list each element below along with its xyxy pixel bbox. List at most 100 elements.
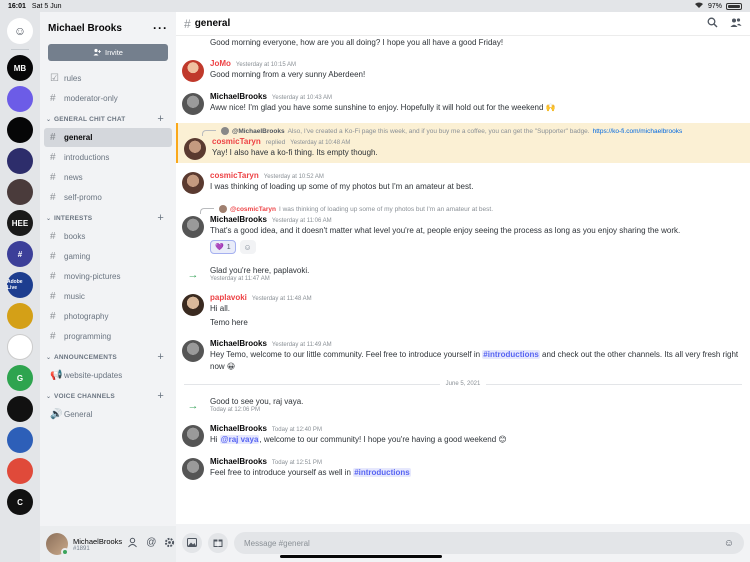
channel-label: website-updates (64, 371, 123, 380)
attach-image-button[interactable] (182, 533, 202, 553)
server-icon[interactable]: # (7, 241, 33, 267)
avatar[interactable] (182, 294, 204, 316)
server-icon[interactable] (7, 458, 33, 484)
channel-website-updates[interactable]: 📢 website-updates (44, 366, 172, 385)
server-icon[interactable]: G (7, 365, 33, 391)
gift-button[interactable] (208, 533, 228, 553)
message[interactable]: MichaelBrooks Yesterday at 10:43 AM Aww n… (176, 90, 750, 117)
add-channel-icon[interactable]: + (157, 113, 170, 125)
reply-reference[interactable]: @MichaelBrooks Also, I've created a Ko-F… (184, 126, 742, 136)
message-author[interactable]: cosmicTaryn (212, 137, 261, 146)
channel-moderator-only[interactable]: # moderator-only (44, 89, 172, 108)
message[interactable]: JoMo Yesterday at 10:15 AM Good morning f… (176, 57, 750, 84)
channel-self-promo[interactable]: # self-promo (44, 188, 172, 207)
message-author[interactable]: cosmicTaryn (210, 171, 259, 180)
channel-photography[interactable]: # photography (44, 307, 172, 326)
message[interactable]: MichaelBrooks Today at 12:40 PM Hi @raj v… (176, 422, 750, 449)
reaction-purple-heart[interactable]: 💜 1 (210, 240, 236, 254)
user-mention-link[interactable]: @raj vaya (219, 435, 260, 444)
avatar[interactable] (182, 93, 204, 115)
avatar[interactable] (182, 60, 204, 82)
mentions-icon[interactable]: @ (146, 537, 156, 551)
category-header[interactable]: ⌄ GENERAL CHIT CHAT + (44, 110, 172, 128)
channel-programming[interactable]: # programming (44, 327, 172, 346)
add-reaction-button[interactable]: ☺ (239, 240, 256, 254)
server-icon[interactable] (7, 117, 33, 143)
message[interactable]: MichaelBrooks Yesterday at 11:49 AM Hey T… (176, 337, 750, 375)
category-header[interactable]: ⌄ VOICE CHANNELS + (44, 387, 172, 405)
message-author[interactable]: MichaelBrooks (210, 339, 267, 348)
add-channel-icon[interactable]: + (157, 212, 170, 224)
message[interactable]: paplavoki Yesterday at 11:48 AM Hi all. T… (176, 291, 750, 331)
channel-gaming[interactable]: # gaming (44, 247, 172, 266)
server-icon[interactable] (7, 86, 33, 112)
category-header[interactable]: ⌄ ANNOUNCEMENTS + (44, 348, 172, 366)
message[interactable]: @cosmicTaryn I was thinking of loading u… (176, 202, 750, 256)
home-indicator[interactable] (280, 555, 442, 558)
message[interactable]: Good morning everyone, how are you all d… (176, 36, 750, 51)
avatar[interactable] (182, 458, 204, 480)
emoji-picker-icon[interactable]: ☺ (724, 538, 734, 549)
avatar[interactable] (182, 216, 204, 238)
hash-icon: # (184, 16, 191, 31)
avatar[interactable] (46, 533, 69, 556)
friends-icon[interactable]: ☺ (7, 18, 33, 44)
system-join-message[interactable]: → Glad you're here, paplavoki. Yesterday… (176, 262, 750, 285)
message-author[interactable]: JoMo (210, 59, 231, 68)
hash-icon: # (50, 331, 56, 342)
channel-general[interactable]: 🔊 General (44, 405, 172, 424)
guild-header[interactable]: Michael Brooks ··· (40, 12, 176, 44)
channel-music[interactable]: # music (44, 287, 172, 306)
search-icon[interactable] (707, 17, 718, 31)
avatar (219, 205, 227, 213)
channel-news[interactable]: # news (44, 168, 172, 187)
server-icon[interactable]: C (7, 489, 33, 515)
hash-icon: # (50, 192, 56, 203)
message-author[interactable]: MichaelBrooks (210, 424, 267, 433)
friends-icon[interactable] (127, 537, 138, 551)
channel-label: moderator-only (64, 94, 118, 103)
server-icon[interactable] (7, 148, 33, 174)
category-header[interactable]: ⌄ INTERESTS + (44, 209, 172, 227)
purple-heart-icon: 💜 (215, 244, 224, 251)
member-list-icon[interactable] (730, 17, 742, 31)
message[interactable]: cosmicTaryn Yesterday at 10:52 AM I was t… (176, 169, 750, 196)
message-author[interactable]: MichaelBrooks (210, 457, 267, 466)
message-highlighted[interactable]: @MichaelBrooks Also, I've created a Ko-F… (176, 123, 750, 163)
add-channel-icon[interactable]: + (157, 351, 170, 363)
avatar[interactable] (184, 138, 206, 160)
message-text: Hey Temo, welcome to our little communit… (210, 350, 739, 371)
channel-introductions[interactable]: # introductions (44, 148, 172, 167)
message-text: Aww nice! I'm glad you have some sunshin… (210, 103, 556, 112)
avatar[interactable] (182, 425, 204, 447)
reply-reference[interactable]: @cosmicTaryn I was thinking of loading u… (182, 204, 742, 214)
channel-rules[interactable]: ☑ rules (44, 69, 172, 88)
message-input[interactable]: Message #general ☺ (234, 532, 744, 554)
channel-general[interactable]: # general (44, 128, 172, 147)
server-icon[interactable]: MB (7, 55, 33, 81)
join-arrow-icon: → (187, 269, 199, 281)
ko-fi-link[interactable]: https://ko-fi.com/michaelbrooks (593, 128, 683, 135)
add-channel-icon[interactable]: + (157, 390, 170, 402)
message[interactable]: MichaelBrooks Today at 12:51 PM Feel free… (176, 455, 750, 482)
channel-moving-pictures[interactable]: # moving-pictures (44, 267, 172, 286)
avatar[interactable] (182, 172, 204, 194)
server-icon[interactable]: HEE (7, 210, 33, 236)
server-icon[interactable] (7, 427, 33, 453)
avatar[interactable] (182, 340, 204, 362)
channel-books[interactable]: # books (44, 227, 172, 246)
server-icon[interactable] (7, 334, 33, 360)
channel-mention-link[interactable]: #introductions (353, 468, 411, 477)
server-icon[interactable]: Adobe Live (7, 272, 33, 298)
message-author[interactable]: paplavoki (210, 293, 247, 302)
server-icon[interactable] (7, 396, 33, 422)
invite-button[interactable]: Invite (48, 44, 168, 61)
message-author[interactable]: MichaelBrooks (210, 92, 267, 101)
channel-mention-link[interactable]: #introductions (482, 350, 540, 359)
more-options-icon[interactable]: ··· (153, 21, 168, 35)
server-icon[interactable] (7, 179, 33, 205)
message-author[interactable]: MichaelBrooks (210, 215, 267, 224)
system-join-message[interactable]: → Good to see you, raj vaya. Today at 12… (176, 393, 750, 416)
settings-gear-icon[interactable] (164, 537, 175, 551)
server-icon[interactable] (7, 303, 33, 329)
